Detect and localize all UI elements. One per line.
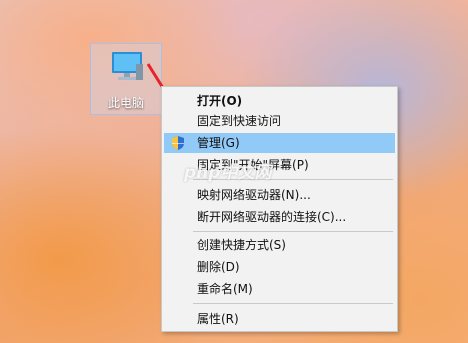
menu-item-disconnect-network-drive[interactable]: 断开网络驱动器的连接(C)... [164,207,395,227]
context-menu: 打开(O) 固定到快速访问 管理(G) 固定到"开始"屏幕(P) 映射网络驱动器… [161,86,398,332]
menu-separator [193,303,393,304]
menu-item-manage[interactable]: 管理(G) [164,133,395,153]
menu-item-map-network-drive[interactable]: 映射网络驱动器(N)... [164,185,395,205]
menu-item-create-shortcut[interactable]: 创建快捷方式(S) [164,235,395,255]
menu-item-delete[interactable]: 删除(D) [164,257,395,277]
menu-separator [193,231,393,232]
shield-icon [172,136,184,150]
menu-item-properties[interactable]: 属性(R) [164,309,395,329]
menu-item-open[interactable]: 打开(O) [164,91,395,111]
menu-item-manage-label: 管理(G) [197,136,240,150]
watermark-text: php中文网 [184,163,272,183]
menu-item-rename[interactable]: 重命名(M) [164,279,395,299]
menu-item-pin-quick-access[interactable]: 固定到快速访问 [164,111,395,131]
